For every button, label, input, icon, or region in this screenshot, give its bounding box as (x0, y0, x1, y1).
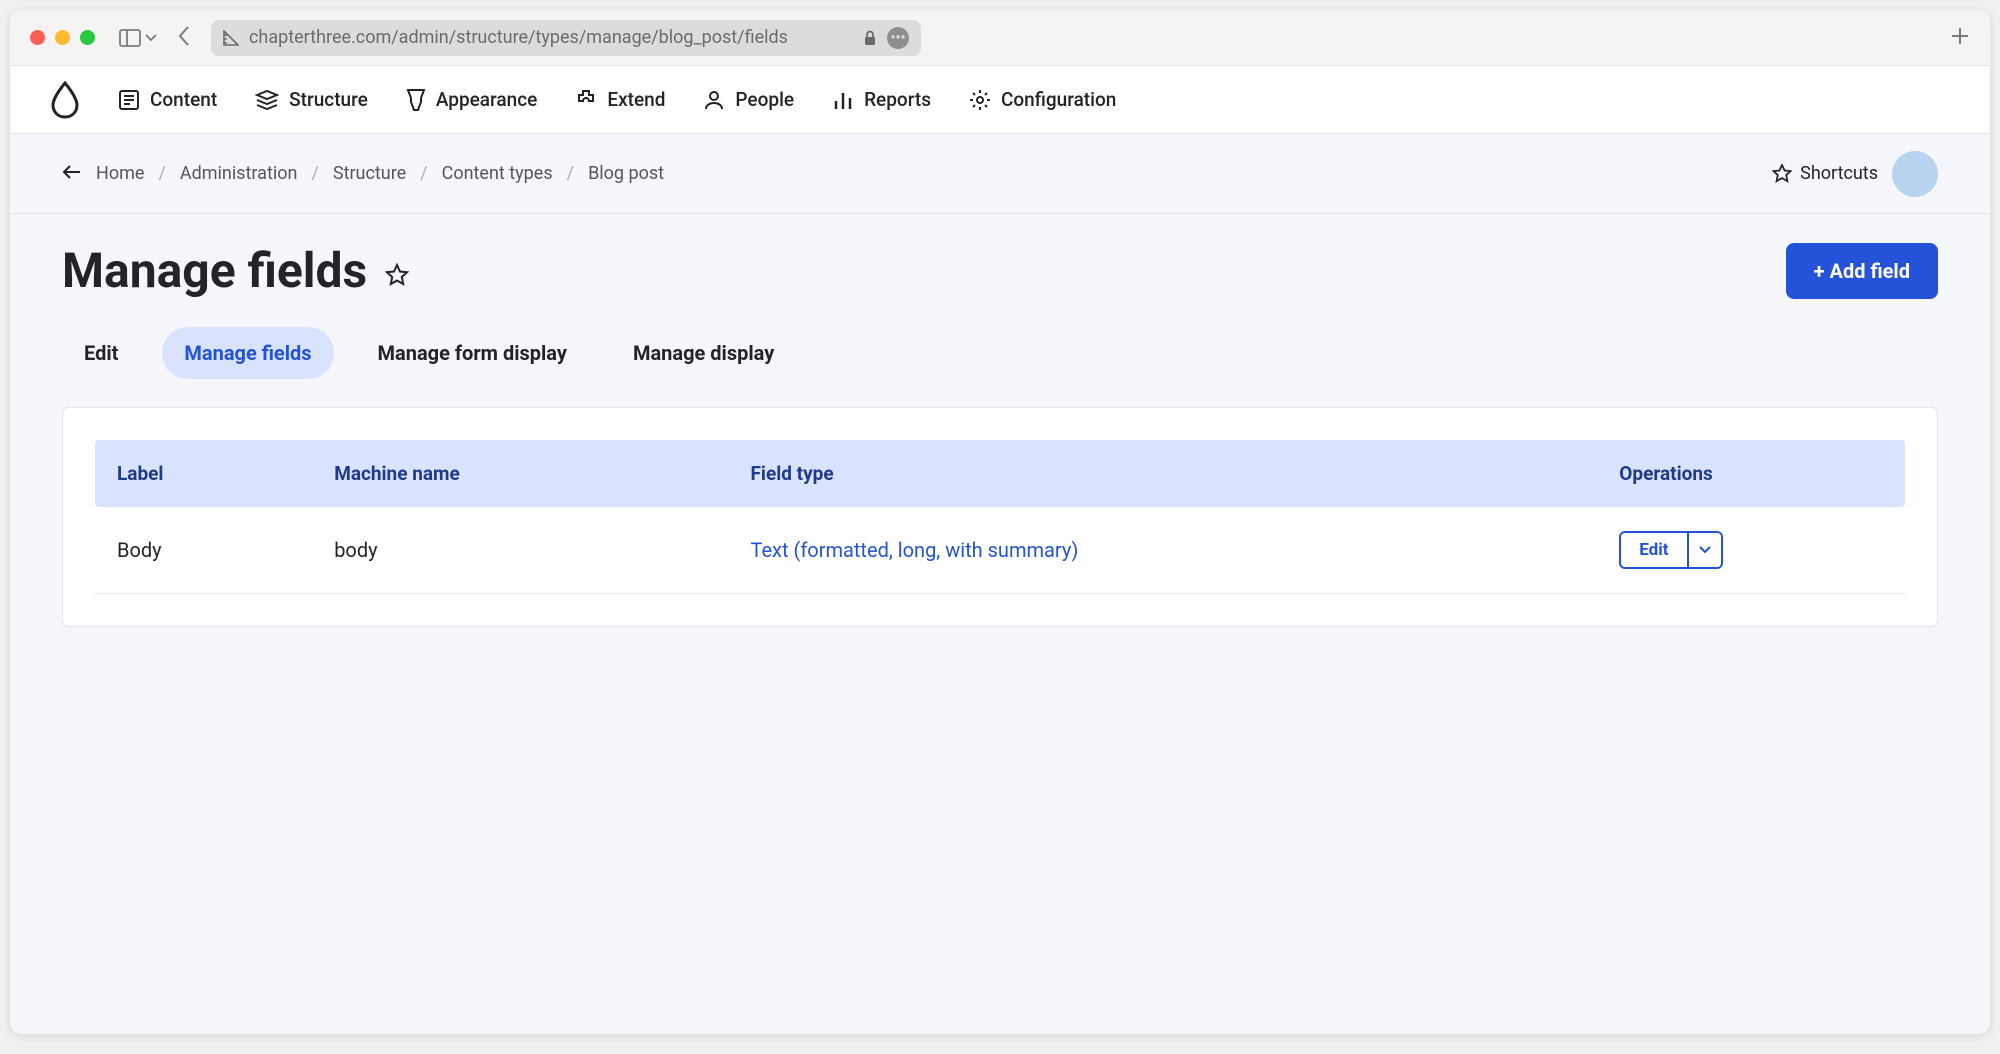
star-icon (1772, 164, 1792, 184)
breadcrumb-separator: / (158, 163, 165, 184)
toolbar-label: Configuration (1001, 88, 1116, 111)
app-content: Content Structure Appe (10, 66, 1990, 1034)
edit-button[interactable]: Edit (1621, 533, 1686, 567)
people-icon (703, 89, 725, 111)
url-bar[interactable]: chapterthree.com/admin/structure/types/m… (211, 20, 921, 56)
page-header: Manage fields + Add field (10, 214, 1990, 299)
breadcrumb-back-button[interactable] (62, 164, 82, 184)
page-title: Manage fields (62, 242, 409, 299)
browser-window: chapterthree.com/admin/structure/types/m… (10, 10, 1990, 1034)
toolbar-configuration[interactable]: Configuration (969, 88, 1116, 111)
fields-table: Label Machine name Field type Operations… (95, 440, 1905, 594)
breadcrumb-content-types[interactable]: Content types (442, 163, 553, 184)
breadcrumb-separator: / (567, 163, 574, 184)
content-icon (118, 89, 140, 111)
tab-edit[interactable]: Edit (62, 327, 140, 379)
sidebar-icon (119, 29, 141, 47)
sidebar-toggle-button[interactable] (119, 29, 157, 47)
browser-chrome: chapterthree.com/admin/structure/types/m… (10, 10, 1990, 66)
cell-machine: body (312, 507, 728, 594)
new-tab-button[interactable] (1950, 26, 1970, 50)
operations-toggle[interactable] (1687, 533, 1721, 567)
breadcrumb-separator: / (311, 163, 318, 184)
chevron-down-icon (1699, 546, 1711, 554)
tab-manage-display[interactable]: Manage display (611, 327, 796, 379)
breadcrumb-blog-post[interactable]: Blog post (588, 163, 664, 184)
toolbar-people[interactable]: People (703, 88, 794, 111)
add-field-button[interactable]: + Add field (1786, 243, 1938, 299)
breadcrumb-separator: / (420, 163, 427, 184)
cell-type-link[interactable]: Text (formatted, long, with summary) (750, 538, 1078, 562)
close-window-button[interactable] (30, 30, 45, 45)
chevron-down-icon (145, 34, 157, 42)
breadcrumb-home[interactable]: Home (96, 163, 144, 184)
toolbar-label: Appearance (436, 88, 538, 111)
maximize-window-button[interactable] (80, 30, 95, 45)
url-text: chapterthree.com/admin/structure/types/m… (249, 27, 853, 48)
content-panel: Label Machine name Field type Operations… (62, 407, 1938, 627)
toolbar-reports[interactable]: Reports (832, 88, 931, 111)
tabs: Edit Manage fields Manage form display M… (10, 299, 1990, 407)
secondary-bar: Home / Administration / Structure / Cont… (10, 134, 1990, 214)
header-ops: Operations (1597, 440, 1905, 507)
traffic-lights (30, 30, 95, 45)
toolbar-label: People (735, 88, 794, 111)
tab-manage-fields[interactable]: Manage fields (162, 327, 333, 379)
drop-icon (50, 81, 80, 119)
shortcuts-label: Shortcuts (1800, 163, 1878, 184)
appearance-icon (406, 88, 426, 112)
toolbar-extend[interactable]: Extend (575, 88, 665, 111)
header-machine[interactable]: Machine name (312, 440, 728, 507)
star-outline-icon (385, 263, 409, 287)
toolbar-label: Extend (607, 88, 665, 111)
browser-back-button[interactable] (177, 25, 191, 51)
table-row: Body body Text (formatted, long, with su… (95, 507, 1905, 594)
tab-manage-form-display[interactable]: Manage form display (356, 327, 589, 379)
toolbar-appearance[interactable]: Appearance (406, 88, 538, 112)
lock-icon (863, 30, 877, 46)
structure-icon (255, 89, 279, 111)
header-label[interactable]: Label (95, 440, 312, 507)
toolbar-label: Structure (289, 88, 368, 111)
toolbar-label: Reports (864, 88, 931, 111)
toolbar-content[interactable]: Content (118, 88, 217, 111)
toolbar-label: Content (150, 88, 217, 111)
ruler-icon (223, 30, 239, 46)
reports-icon (832, 89, 854, 111)
favorite-button[interactable] (385, 242, 409, 299)
drupal-logo[interactable] (50, 81, 80, 119)
toolbar-structure[interactable]: Structure (255, 88, 368, 111)
header-type[interactable]: Field type (728, 440, 1597, 507)
breadcrumb-administration[interactable]: Administration (180, 163, 298, 184)
shortcuts-button[interactable]: Shortcuts (1772, 163, 1878, 184)
admin-toolbar: Content Structure Appe (10, 66, 1990, 134)
configuration-icon (969, 89, 991, 111)
extend-icon (575, 89, 597, 111)
minimize-window-button[interactable] (55, 30, 70, 45)
url-more-button[interactable]: ••• (887, 27, 909, 49)
breadcrumb-structure[interactable]: Structure (333, 163, 406, 184)
cell-label: Body (95, 507, 312, 594)
operations-dropbutton: Edit (1619, 531, 1722, 569)
page-title-text: Manage fields (62, 242, 367, 299)
user-avatar[interactable] (1892, 151, 1938, 197)
